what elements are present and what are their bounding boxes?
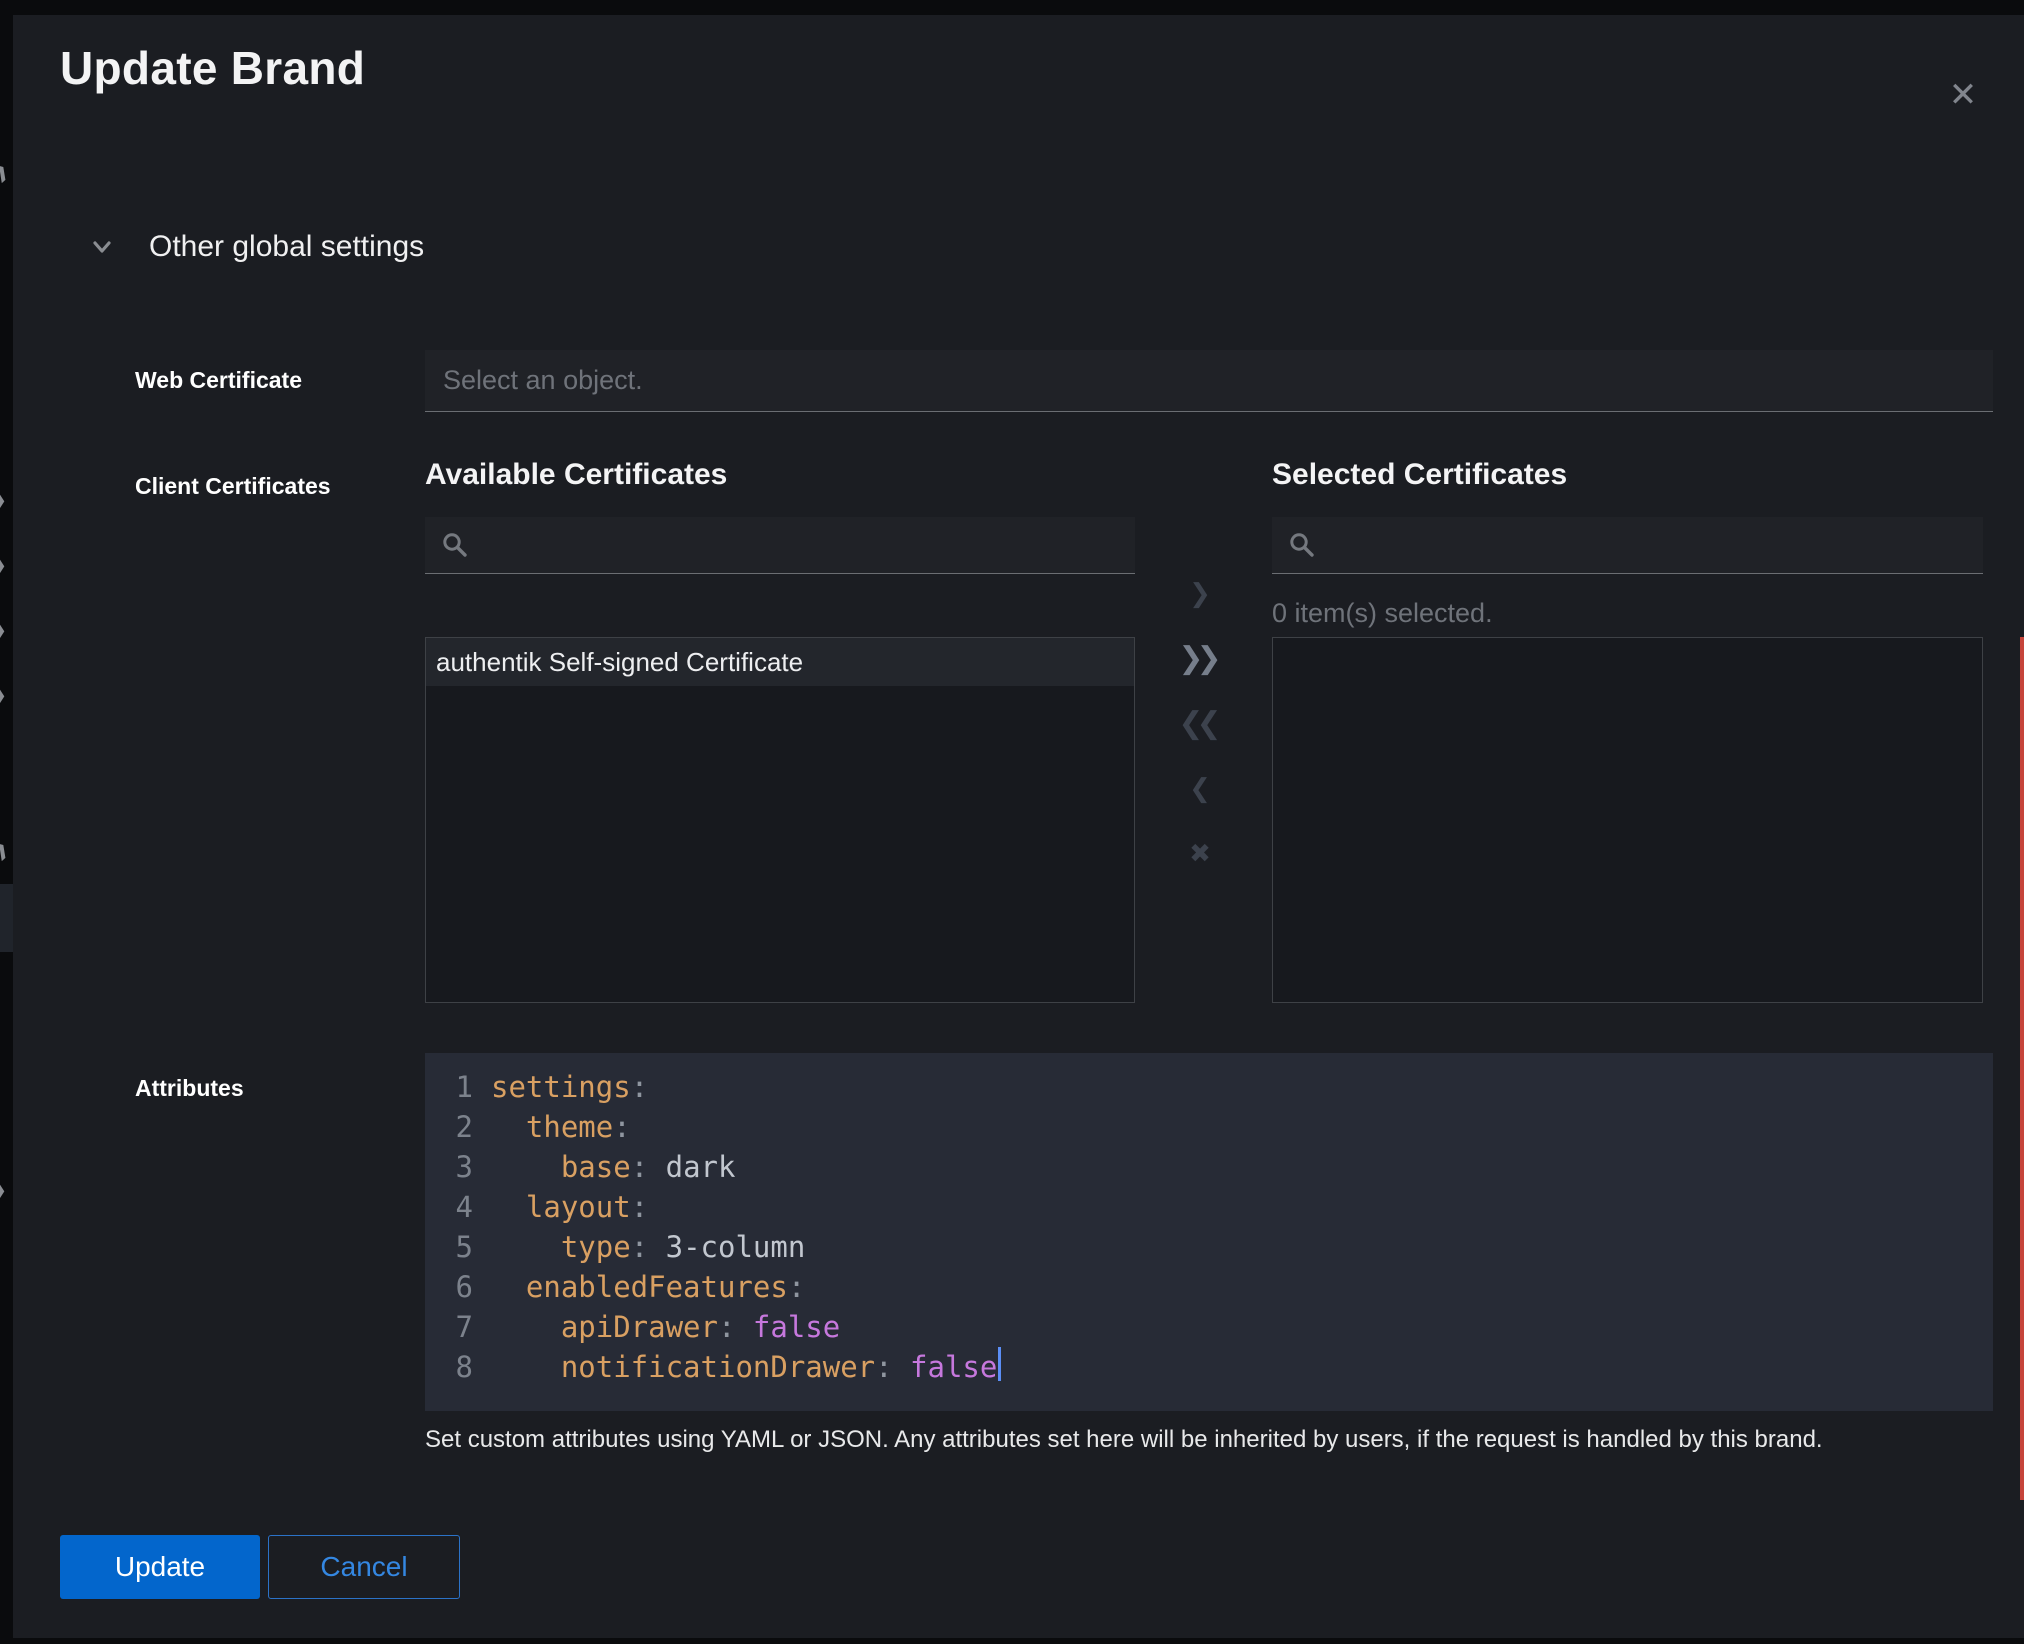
transfer-controls: ❯❯❯❮❮❮✖ xyxy=(1151,571,1249,896)
line-number: 7 xyxy=(441,1307,473,1347)
client-certificates-label: Client Certificates xyxy=(135,473,331,500)
attributes-help-text: Set custom attributes using YAML or JSON… xyxy=(425,1426,1993,1454)
line-number: 4 xyxy=(441,1187,473,1227)
sidebar-selected-item-fragment xyxy=(0,884,13,952)
chevron-right-icon: ❯ xyxy=(0,683,7,708)
line-number: 5 xyxy=(441,1227,473,1267)
background-page-sliver: ❯ ❯ ❯ ❯ ❯ ❯ ❯ xyxy=(0,0,13,1644)
chevron-right-icon: ❯ xyxy=(0,618,7,643)
attributes-label: Attributes xyxy=(135,1075,244,1102)
available-certificates-search xyxy=(425,517,1135,574)
selected-certificates-search-input[interactable] xyxy=(1272,517,1983,573)
available-certificates-list: authentik Self-signed Certificate xyxy=(425,637,1135,1003)
selected-certificates-search xyxy=(1272,517,1983,574)
chevron-right-icon: ❯ xyxy=(0,553,7,578)
chevron-right-icon: ❯ xyxy=(0,833,13,864)
line-number: 8 xyxy=(441,1347,473,1387)
move-all-left-button[interactable]: ❮❮ xyxy=(1178,701,1221,747)
update-brand-modal: Update Brand ✕ Other global settings Web… xyxy=(13,15,2024,1638)
chevron-right-icon: ❯ xyxy=(0,1178,7,1203)
update-button[interactable]: Update xyxy=(60,1535,260,1599)
web-certificate-select-input[interactable] xyxy=(425,350,1993,412)
attributes-code-editor[interactable]: 1settings:2 theme:3 base: dark4 layout:5… xyxy=(425,1053,1993,1411)
selected-certificates-heading: Selected Certificates xyxy=(1272,458,1567,492)
background-red-banner-edge xyxy=(2020,637,2024,1500)
text-cursor xyxy=(998,1347,1001,1381)
chevron-right-icon: ❯ xyxy=(0,155,13,186)
line-number: 2 xyxy=(441,1107,473,1147)
selected-certificates-list xyxy=(1272,637,1983,1003)
line-number: 1 xyxy=(441,1067,473,1107)
chevron-right-icon: ❯ xyxy=(0,488,7,513)
available-certificates-search-input[interactable] xyxy=(425,517,1135,573)
section-label: Other global settings xyxy=(149,230,424,264)
chevron-down-icon xyxy=(91,236,113,258)
code-line: 6 enabledFeatures: xyxy=(441,1267,1993,1307)
code-line: 5 type: 3-column xyxy=(441,1227,1993,1267)
section-toggle-other-global-settings[interactable]: Other global settings xyxy=(91,230,424,264)
move-all-right-button[interactable]: ❯❯ xyxy=(1178,636,1221,682)
cancel-button[interactable]: Cancel xyxy=(268,1535,460,1599)
page-title: Update Brand xyxy=(60,41,365,95)
selected-count-status: 0 item(s) selected. xyxy=(1272,598,1493,629)
close-icon[interactable]: ✕ xyxy=(1935,67,1991,123)
list-item[interactable]: authentik Self-signed Certificate xyxy=(426,638,1134,686)
available-certificates-heading: Available Certificates xyxy=(425,458,727,492)
code-line: 2 theme: xyxy=(441,1107,1993,1147)
clear-selection-button[interactable]: ✖ xyxy=(1189,831,1211,877)
move-selected-left-button[interactable]: ❮ xyxy=(1189,766,1211,812)
code-line: 8 notificationDrawer: false xyxy=(441,1347,1993,1387)
code-line: 7 apiDrawer: false xyxy=(441,1307,1993,1347)
web-certificate-label: Web Certificate xyxy=(135,367,302,394)
line-number: 3 xyxy=(441,1147,473,1187)
line-number: 6 xyxy=(441,1267,473,1307)
code-line: 4 layout: xyxy=(441,1187,1993,1227)
code-line: 1settings: xyxy=(441,1067,1993,1107)
move-selected-right-button[interactable]: ❯ xyxy=(1189,571,1211,617)
code-line: 3 base: dark xyxy=(441,1147,1993,1187)
